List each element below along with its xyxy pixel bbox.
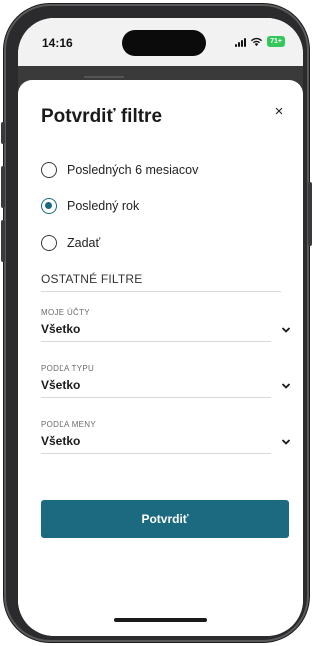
select-caption: PODĽA MENY <box>41 420 97 429</box>
radio-custom[interactable]: Zadať <box>41 235 100 251</box>
confirm-button[interactable]: Potvrdiť <box>41 500 289 538</box>
status-icons: 71+ <box>235 36 285 47</box>
chevron-down-icon[interactable] <box>281 381 291 391</box>
radio-label: Zadať <box>67 236 101 250</box>
close-icon[interactable]: × <box>269 102 289 122</box>
filter-sheet: Potvrdiť filtre × Posledných 6 mesiacov … <box>18 80 303 636</box>
status-time: 14:16 <box>42 36 73 50</box>
battery-icon: 71+ <box>267 36 285 47</box>
phone-frame: 14:16 71+ Potvrdiť filtre × Posledných 6… <box>1 4 312 642</box>
select-my-accounts[interactable]: MOJE ÚČTY Všetko <box>41 308 291 342</box>
signal-icon <box>235 37 247 47</box>
sheet-title: Potvrdiť filtre <box>41 106 163 127</box>
radio-unchecked-icon[interactable] <box>41 162 57 178</box>
radio-label: Posledný rok <box>67 199 140 213</box>
other-filters-title: OSTATNÉ FILTRE <box>41 272 281 292</box>
mute-switch <box>1 122 5 144</box>
chevron-down-icon[interactable] <box>281 437 291 447</box>
wifi-icon <box>251 37 263 46</box>
power-button <box>308 182 312 246</box>
home-indicator[interactable] <box>114 618 207 622</box>
screen: 14:16 71+ Potvrdiť filtre × Posledných 6… <box>18 18 303 636</box>
select-value: Všetko <box>41 434 271 454</box>
select-by-currency[interactable]: PODĽA MENY Všetko <box>41 420 291 454</box>
select-caption: PODĽA TYPU <box>41 364 95 373</box>
select-value: Všetko <box>41 378 271 398</box>
radio-last-year[interactable]: Posledný rok <box>41 198 139 214</box>
volume-up-button <box>1 166 5 208</box>
select-caption: MOJE ÚČTY <box>41 308 90 317</box>
radio-checked-icon[interactable] <box>41 198 57 214</box>
radio-last-6-months[interactable]: Posledných 6 mesiacov <box>41 162 198 178</box>
chevron-down-icon[interactable] <box>281 325 291 335</box>
select-value: Všetko <box>41 322 271 342</box>
status-bar: 14:16 71+ <box>18 18 303 66</box>
dynamic-island <box>122 30 206 56</box>
volume-down-button <box>1 220 5 262</box>
select-by-type[interactable]: PODĽA TYPU Všetko <box>41 364 291 398</box>
radio-unchecked-icon[interactable] <box>41 235 57 251</box>
radio-label: Posledných 6 mesiacov <box>67 163 199 177</box>
